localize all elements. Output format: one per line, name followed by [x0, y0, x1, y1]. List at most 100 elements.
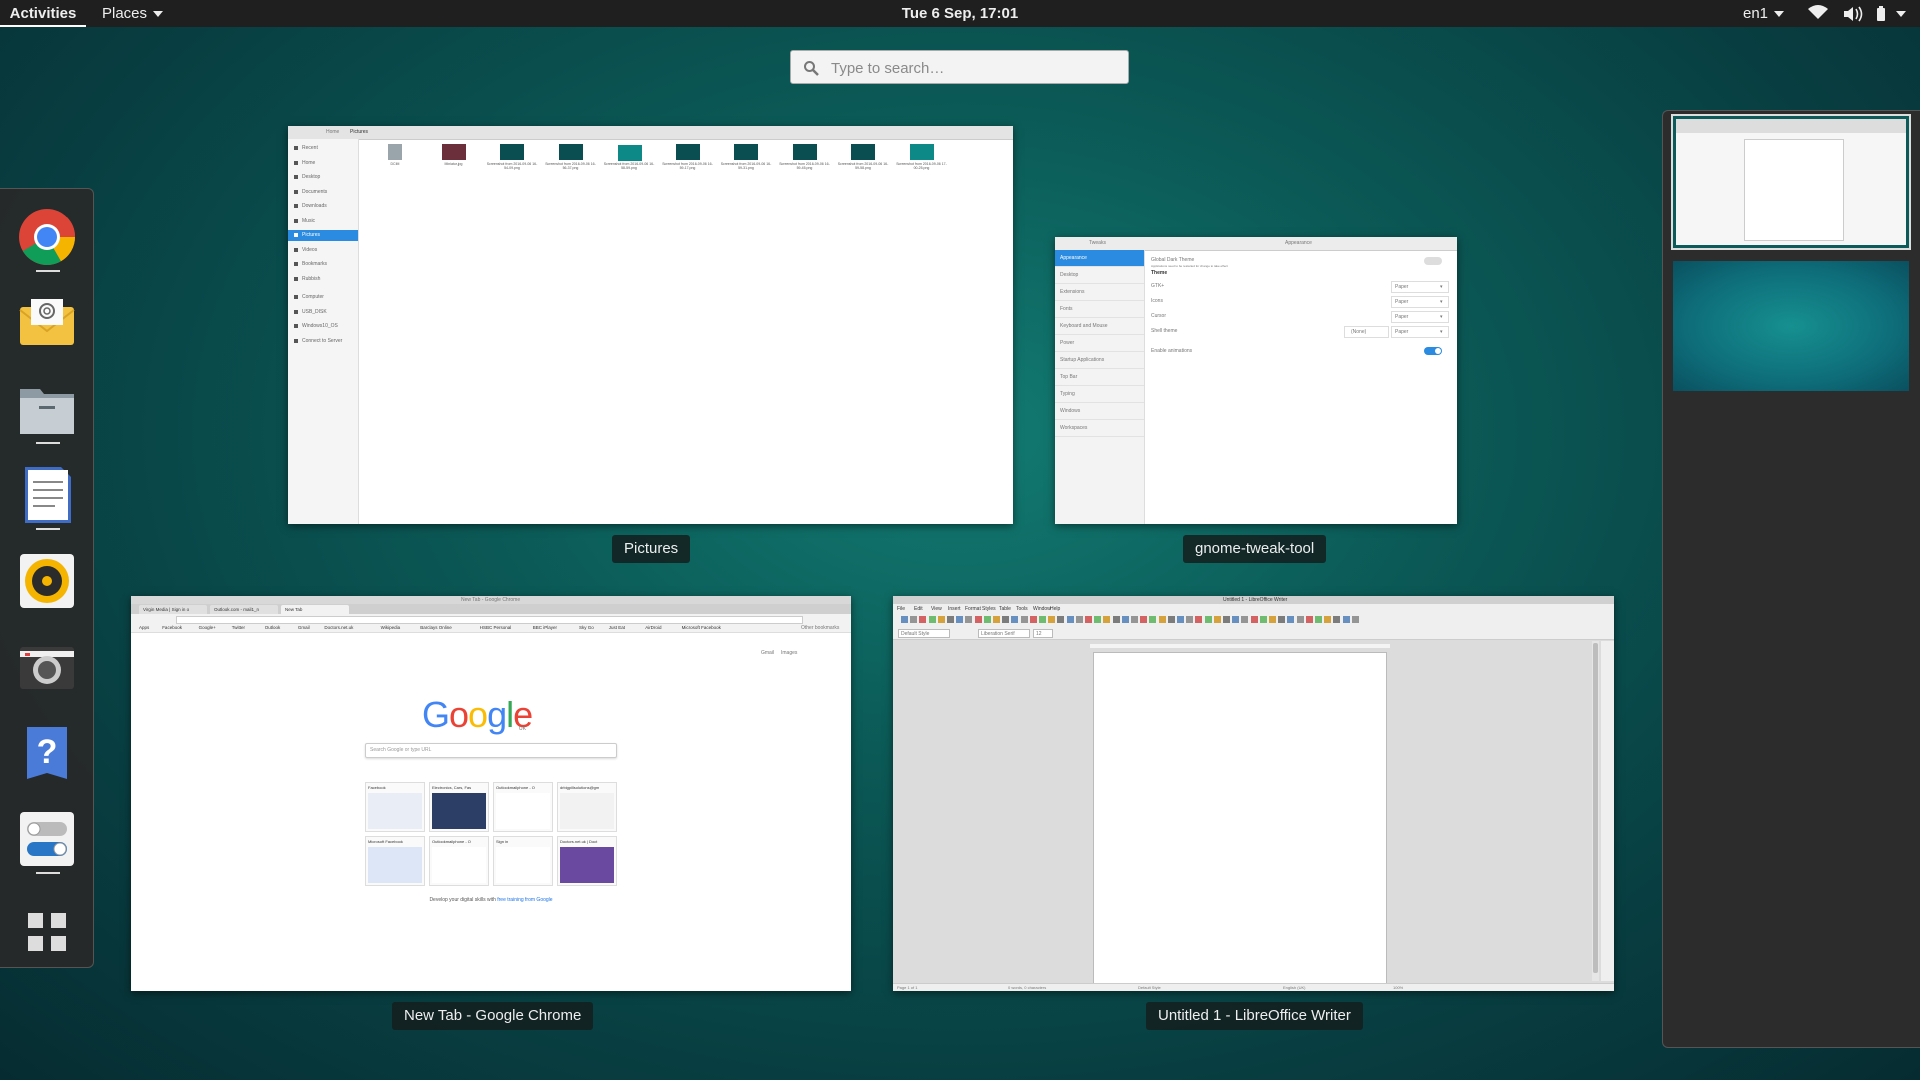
toolbar-icon[interactable]	[1048, 616, 1056, 623]
writer-menu-item[interactable]: Insert	[948, 606, 961, 612]
toolbar-icon[interactable]	[1039, 616, 1046, 623]
bookmark-item[interactable]: Doctors.net.uk	[324, 625, 353, 630]
most-visited-tile[interactable]: Sign in	[493, 836, 553, 886]
toolbar-icon[interactable]	[1269, 616, 1276, 623]
most-visited-tile[interactable]: Doctors.net.uk | Doct	[557, 836, 617, 886]
footer-link[interactable]: free training from Google	[497, 897, 552, 903]
toolbar-icon[interactable]	[1305, 616, 1313, 623]
tweak-sidebar-item[interactable]: Workspaces	[1055, 420, 1144, 437]
theme-dropdown[interactable]: Paper ▾	[1391, 311, 1449, 323]
writer-menu-item[interactable]: Edit	[914, 606, 923, 612]
images-link[interactable]: Images	[781, 650, 797, 656]
tweak-sidebar-item[interactable]: Appearance	[1055, 250, 1144, 267]
activities-button[interactable]: Activities	[0, 0, 86, 27]
bookmark-item[interactable]: Barclays Online	[420, 625, 452, 630]
toolbar-icon[interactable]	[1287, 616, 1295, 623]
writer-menu-item[interactable]: Window	[1033, 606, 1051, 612]
files-window[interactable]: Home Pictures Recent Home Desktop Documents…	[288, 126, 1013, 524]
most-visited-tile[interactable]: Microsoft Facebook	[365, 836, 425, 886]
file-item[interactable]: Screenshot from 2016-09-06 16-59-58.png	[836, 144, 890, 184]
most-visited-tile[interactable]: Outlookmailphone - O	[493, 782, 553, 832]
tweak-sidebar-item[interactable]: Top Bar	[1055, 369, 1144, 386]
dash-mail[interactable]	[17, 293, 77, 353]
gmail-link[interactable]: Gmail	[761, 650, 774, 656]
toolbar-icon[interactable]	[1204, 616, 1212, 623]
files-sidebar-item[interactable]: Music	[288, 216, 358, 227]
toolbar-icon[interactable]	[1011, 616, 1019, 623]
toolbar-icon[interactable]	[1186, 616, 1194, 623]
bookmark-item[interactable]: Google+	[199, 625, 216, 630]
path-home[interactable]: Home	[326, 129, 339, 135]
workspace-2[interactable]	[1673, 261, 1909, 391]
tweak-sidebar-item[interactable]: Startup Applications	[1055, 352, 1144, 369]
tweak-sidebar-item[interactable]: Power	[1055, 335, 1144, 352]
writer-menu-item[interactable]: Table	[999, 606, 1011, 612]
bookmark-item[interactable]: Gmail	[298, 625, 310, 630]
google-search-box[interactable]: Search Google or type URL	[365, 743, 617, 758]
toolbar-icon[interactable]	[1158, 616, 1166, 623]
toolbar-icon[interactable]	[1232, 616, 1240, 623]
toolbar-icon[interactable]	[1085, 616, 1092, 623]
file-item[interactable]: Screenshot from 2016-09-06 16-56-37.png	[544, 144, 598, 184]
files-sidebar-item[interactable]: Videos	[288, 245, 358, 256]
tweak-window[interactable]: Tweaks Appearance Appearance Desktop Exten…	[1055, 237, 1457, 524]
toolbar-icon[interactable]	[1140, 616, 1148, 623]
toolbar-icon[interactable]	[1029, 616, 1037, 623]
toolbar-icon[interactable]	[937, 616, 945, 623]
dash-tweaks[interactable]	[17, 809, 77, 869]
show-applications-button[interactable]	[17, 901, 77, 961]
keyboard-layout-menu[interactable]: en1	[1743, 0, 1785, 27]
tweak-sidebar-item[interactable]: Keyboard and Mouse	[1055, 318, 1144, 335]
window-caption-chrome[interactable]: New Tab - Google Chrome	[392, 1002, 594, 1030]
files-sidebar-item[interactable]: Home	[288, 158, 358, 169]
toolbar-icon[interactable]	[1213, 616, 1221, 623]
bookmark-item[interactable]: Facebook	[162, 625, 182, 630]
bookmark-item[interactable]: Just Eat	[609, 625, 625, 630]
search-box[interactable]	[790, 50, 1129, 84]
toolbar-icon[interactable]	[1351, 616, 1359, 623]
writer-menu-item[interactable]: Format	[965, 606, 981, 612]
toolbar-icon[interactable]	[1094, 616, 1102, 623]
file-item[interactable]: Screenshot from 2016-09-06 16-58-59.png	[602, 144, 656, 184]
toolbar-icon[interactable]	[1278, 616, 1286, 623]
file-item[interactable]: DCIM	[368, 144, 422, 184]
toolbar-icon[interactable]	[1259, 616, 1267, 623]
bookmark-item[interactable]: Microsoft Facebook	[682, 625, 721, 630]
file-item[interactable]: Screenshot from 2016-09-06 17-00-25.png	[895, 144, 949, 184]
bookmark-item[interactable]: Outlook	[265, 625, 281, 630]
files-sidebar-item[interactable]: Computer	[288, 292, 358, 303]
chrome-tab[interactable]: New Tab	[281, 605, 349, 614]
toolbar-icon[interactable]	[1020, 616, 1028, 623]
toolbar-icon[interactable]	[1149, 616, 1157, 623]
toolbar-icon[interactable]	[1131, 616, 1138, 623]
toolbar-icon[interactable]	[919, 616, 927, 623]
other-bookmarks[interactable]: Other bookmarks	[801, 625, 839, 631]
toolbar-icon[interactable]	[1177, 616, 1184, 623]
toolbar-icon[interactable]	[1167, 616, 1175, 623]
places-menu[interactable]: Places	[102, 0, 164, 27]
bookmark-item[interactable]: Wikipedia	[381, 625, 401, 630]
toolbar-icon[interactable]	[1057, 616, 1065, 623]
most-visited-tile[interactable]: drbigpillsolutions@gm	[557, 782, 617, 832]
vertical-scrollbar[interactable]	[1592, 641, 1599, 981]
files-sidebar-item[interactable]: USB_DISK	[288, 307, 358, 318]
files-sidebar-item[interactable]: Rubbish	[288, 274, 358, 285]
theme-dropdown[interactable]: Paper ▾	[1391, 326, 1449, 338]
toolbar-icon[interactable]	[1296, 616, 1304, 623]
paragraph-style-select[interactable]: Default Style	[898, 629, 950, 638]
writer-menu-item[interactable]: View	[931, 606, 942, 612]
toolbar-icon[interactable]	[1195, 616, 1203, 623]
writer-menu-item[interactable]: File	[897, 606, 905, 612]
window-caption-files[interactable]: Pictures	[612, 535, 691, 563]
document-page[interactable]	[1093, 652, 1387, 984]
most-visited-tile[interactable]: Facebook	[365, 782, 425, 832]
tweak-sidebar-item[interactable]: Windows	[1055, 403, 1144, 420]
dash-rhythmbox[interactable]	[17, 551, 77, 611]
clock-label[interactable]: Tue 6 Sep, 17:01	[902, 5, 1018, 22]
bookmark-item[interactable]: HSBC Personal	[480, 625, 512, 630]
files-sidebar-item[interactable]: Connect to Server	[288, 336, 358, 347]
file-item[interactable]: Screenshot from 2016-09-06 16-59-17.png	[661, 144, 715, 184]
chrome-omnibox[interactable]	[176, 616, 803, 624]
most-visited-tile[interactable]: Outlookmailphone - O	[429, 836, 489, 886]
toolbar-icon[interactable]	[965, 616, 973, 623]
